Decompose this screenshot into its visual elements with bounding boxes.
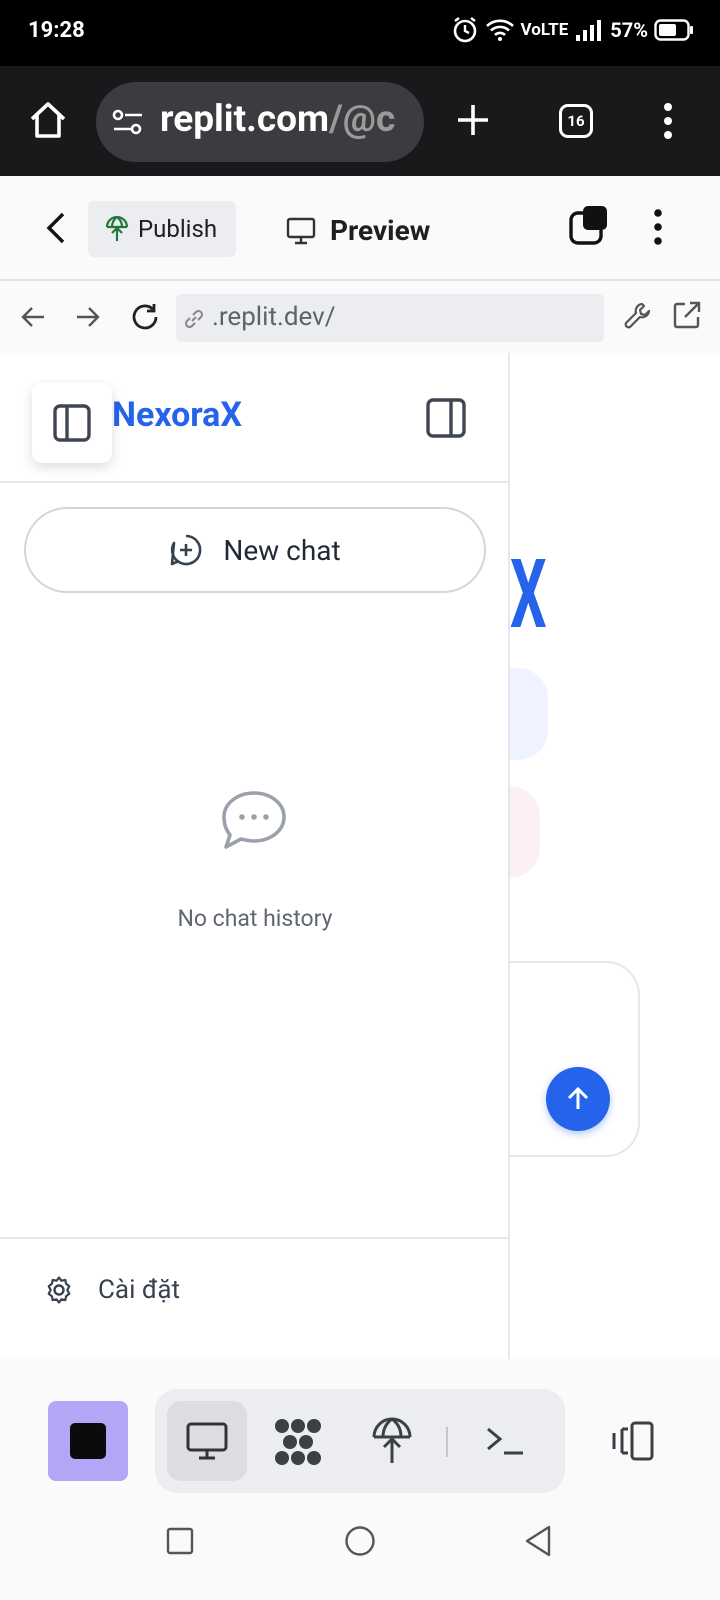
chat-bubble-icon xyxy=(222,791,286,849)
publish-label: Publish xyxy=(138,215,218,243)
monitor-icon xyxy=(286,217,316,245)
stop-button[interactable] xyxy=(48,1401,128,1481)
android-navigation-bar xyxy=(0,1500,720,1600)
preview-tab[interactable]: Preview xyxy=(286,202,430,258)
preview-address-bar: .replit.dev/ xyxy=(0,282,720,352)
monitor-icon xyxy=(186,1422,228,1460)
preview-url-field[interactable]: .replit.dev/ xyxy=(176,294,604,342)
url-text: replit.com/@c xyxy=(160,98,396,141)
new-chat-button[interactable]: New chat xyxy=(24,507,486,593)
sidebar-icon xyxy=(53,404,91,442)
deploy-globe-icon[interactable] xyxy=(371,1417,413,1465)
wifi-icon xyxy=(485,19,514,41)
status-time: 19:28 xyxy=(28,18,85,43)
network-type: VoLTE xyxy=(520,20,569,40)
battery-percent: 57% xyxy=(610,18,648,42)
app-preview: X NexoraX New chat No chat history Cài đ… xyxy=(0,353,720,1359)
more-options-icon[interactable] xyxy=(652,208,664,246)
publish-button[interactable]: Publish xyxy=(88,201,236,257)
toolbar-divider xyxy=(446,1427,448,1457)
open-external-icon[interactable] xyxy=(672,300,702,330)
sidebar-divider xyxy=(0,481,510,483)
stop-icon xyxy=(70,1423,106,1459)
settings-button[interactable]: Cài đặt xyxy=(44,1275,180,1305)
agent-icon[interactable] xyxy=(273,1417,323,1467)
publish-globe-icon xyxy=(105,215,129,241)
home-circle-icon[interactable] xyxy=(344,1525,376,1557)
gear-icon xyxy=(47,1276,71,1304)
recents-icon[interactable] xyxy=(166,1527,194,1555)
arrow-up-icon xyxy=(567,1086,589,1109)
battery-icon xyxy=(654,19,693,41)
new-chat-label: New chat xyxy=(223,533,341,567)
nav-back-icon[interactable] xyxy=(20,305,46,329)
workspace-tools xyxy=(155,1389,565,1493)
site-settings-icon[interactable] xyxy=(112,108,144,136)
new-tab-icon[interactable] xyxy=(455,102,491,138)
back-triangle-icon[interactable] xyxy=(523,1524,553,1558)
new-chat-plus-icon xyxy=(171,534,202,566)
tabs-count-button[interactable]: 16 xyxy=(559,104,593,138)
menu-icon[interactable] xyxy=(662,102,674,140)
send-button[interactable] xyxy=(546,1067,610,1131)
tool-preview[interactable] xyxy=(167,1401,247,1481)
panel-right-icon[interactable] xyxy=(425,397,467,439)
back-chevron-icon[interactable] xyxy=(44,210,68,246)
link-icon xyxy=(184,309,204,329)
empty-history-text: No chat history xyxy=(177,905,333,932)
url-bar[interactable]: replit.com/@c xyxy=(96,82,424,162)
workspace-toolbar xyxy=(0,1359,720,1513)
main-logo-fragment: X xyxy=(510,539,547,651)
reload-icon[interactable] xyxy=(130,302,160,332)
nav-forward-icon[interactable] xyxy=(75,305,101,329)
sidebar-footer-divider xyxy=(0,1237,510,1239)
signal-icon xyxy=(576,20,602,41)
chat-sidebar: NexoraX New chat No chat history Cài đặt xyxy=(0,353,510,1359)
home-icon[interactable] xyxy=(28,100,68,140)
window-switch-icon[interactable] xyxy=(568,204,610,246)
panel-switch-icon[interactable] xyxy=(608,1421,656,1461)
devtools-wrench-icon[interactable] xyxy=(622,300,654,332)
browser-toolbar: replit.com/@c 16 xyxy=(0,66,720,176)
sidebar-toggle-button[interactable] xyxy=(32,383,112,463)
status-bar: 19:28 VoLTE 57% xyxy=(0,0,720,66)
brand-title: NexoraX xyxy=(112,395,242,435)
preview-label: Preview xyxy=(330,213,431,247)
alarm-icon xyxy=(453,17,476,43)
preview-url-text: .replit.dev/ xyxy=(212,302,336,332)
replit-toolbar: Publish Preview xyxy=(0,178,720,281)
terminal-icon[interactable] xyxy=(485,1425,525,1457)
settings-label: Cài đặt xyxy=(98,1275,181,1305)
